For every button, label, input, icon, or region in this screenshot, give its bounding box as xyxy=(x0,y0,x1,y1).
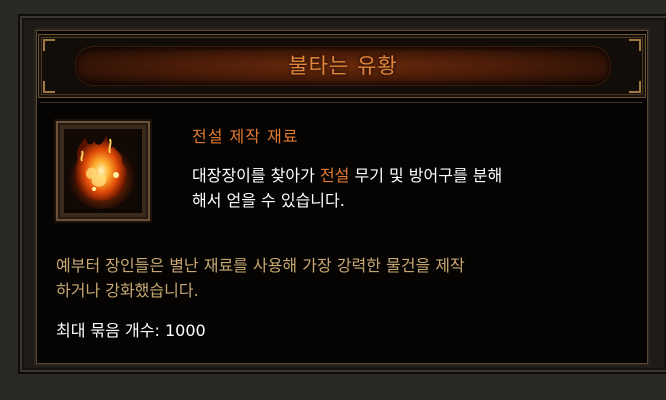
title-frame: 불타는 유황 xyxy=(38,34,646,98)
lore-line: 예부터 장인들은 별난 재료를 사용해 가장 강력한 물건을 제작 xyxy=(56,256,465,275)
legendary-keyword: 전설 xyxy=(319,166,350,185)
description-text: 대장장이를 찾아가 xyxy=(192,166,320,185)
max-stack-label: 최대 묶음 개수: xyxy=(56,321,165,340)
title-banner: 불타는 유황 xyxy=(75,46,611,86)
item-name: 불타는 유황 xyxy=(288,54,398,78)
corner-ornament xyxy=(43,39,55,51)
item-description: 대장장이를 찾아가 전설 무기 및 방어구를 분해 해서 얻을 수 있습니다. xyxy=(192,163,632,213)
tooltip-body: 전설 제작 재료 대장장이를 찾아가 전설 무기 및 방어구를 분해 해서 얻을… xyxy=(40,102,642,357)
item-icon-frame xyxy=(54,119,152,223)
item-type-label: 전설 제작 재료 xyxy=(192,127,299,146)
max-stack: 최대 묶음 개수: 1000 xyxy=(56,317,206,341)
description-text: 무기 및 방어구를 분해 xyxy=(349,166,503,185)
max-stack-value: 1000 xyxy=(164,321,206,340)
description-text: 해서 얻을 수 있습니다. xyxy=(192,191,345,210)
lore-line: 하거나 강화했습니다. xyxy=(56,281,199,300)
corner-ornament xyxy=(629,81,641,93)
burning-sulfur-icon xyxy=(64,129,142,213)
item-tooltip: 불타는 유황 전설 제작 재료 대장장이를 찾아가 전설 무기 및 방어구를 분… xyxy=(34,28,650,366)
corner-ornament xyxy=(43,81,55,93)
item-lore: 예부터 장인들은 별난 재료를 사용해 가장 강력한 물건을 제작 하거나 강화… xyxy=(56,253,646,303)
corner-ornament xyxy=(629,39,641,51)
